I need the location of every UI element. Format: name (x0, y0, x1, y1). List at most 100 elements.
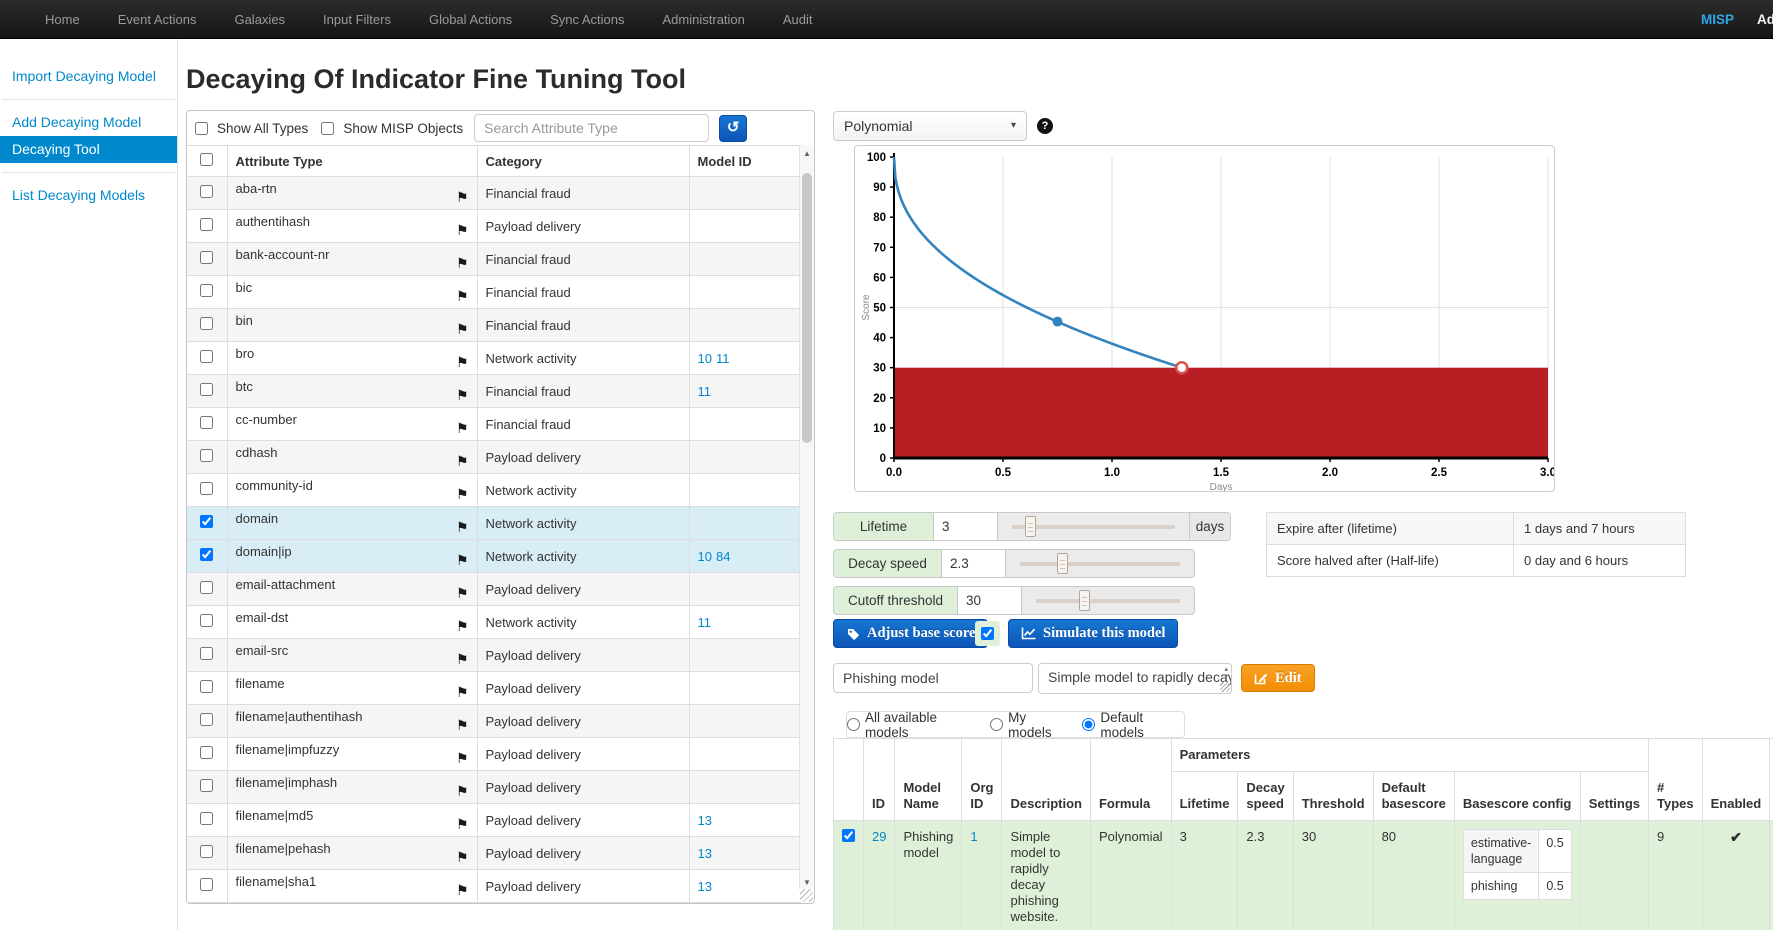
attribute-row[interactable]: cc-number⚑ Financial fraud (187, 408, 801, 441)
attribute-row-checkbox[interactable] (200, 680, 213, 693)
attribute-row[interactable]: aba-rtn⚑ Financial fraud (187, 177, 801, 210)
attribute-row-checkbox[interactable] (200, 515, 213, 528)
attribute-row[interactable]: domain⚑ Network activity (187, 507, 801, 540)
slider-handle[interactable] (1025, 516, 1036, 537)
decay-chart[interactable]: 01020304050607080901000.00.51.01.52.02.5… (855, 146, 1554, 491)
flag-icon[interactable]: ⚑ (456, 882, 469, 899)
attribute-row[interactable]: email-dst⚑ Network activity 11 (187, 606, 801, 639)
attribute-row-checkbox[interactable] (200, 383, 213, 396)
model-id-link[interactable]: 11 (698, 384, 712, 399)
flag-icon[interactable]: ⚑ (456, 783, 469, 800)
sidebar-item[interactable]: Add Decaying Model (0, 109, 177, 136)
slider-value-input[interactable] (942, 550, 1005, 577)
attribute-row-checkbox[interactable] (200, 449, 213, 462)
model-filter-radio[interactable]: Default models (1082, 710, 1184, 740)
attribute-row-checkbox[interactable] (200, 713, 213, 726)
attribute-row[interactable]: btc⚑ Financial fraud 11 (187, 375, 801, 408)
flag-icon[interactable]: ⚑ (456, 387, 469, 404)
show-all-types-checkbox[interactable] (195, 122, 208, 135)
nav-item[interactable]: Sync Actions (531, 0, 643, 39)
flag-icon[interactable]: ⚑ (456, 222, 469, 239)
adjust-base-score-button[interactable]: Adjust base score (833, 619, 988, 648)
formula-select[interactable]: Polynomial ▾ (833, 111, 1027, 141)
attribute-row[interactable]: bic⚑ Financial fraud (187, 276, 801, 309)
attribute-row[interactable]: cdhash⚑ Payload delivery (187, 441, 801, 474)
attribute-row[interactable]: bin⚑ Financial fraud (187, 309, 801, 342)
column-header-model-id[interactable]: Model ID (689, 146, 801, 177)
attribute-row-checkbox[interactable] (200, 350, 213, 363)
slider-value-input[interactable] (934, 513, 997, 540)
adjust-basescore-checkbox[interactable] (981, 627, 994, 640)
flag-icon[interactable]: ⚑ (456, 486, 469, 503)
attribute-row-checkbox[interactable] (200, 317, 213, 330)
show-misp-objects-checkbox[interactable] (321, 122, 334, 135)
model-name-input[interactable] (833, 663, 1033, 693)
nav-item[interactable]: Administration (644, 0, 764, 39)
attribute-row[interactable]: filename|imphash⚑ Payload delivery (187, 771, 801, 804)
attribute-row-checkbox[interactable] (200, 746, 213, 759)
flag-icon[interactable]: ⚑ (456, 321, 469, 338)
flag-icon[interactable]: ⚑ (456, 717, 469, 734)
simulate-model-button[interactable]: Simulate this model (1008, 619, 1178, 648)
edit-model-button[interactable]: Edit (1241, 664, 1315, 692)
nav-item[interactable]: Input Filters (304, 0, 410, 39)
flag-icon[interactable]: ⚑ (456, 519, 469, 536)
model-id-link[interactable]: 13 (698, 813, 712, 828)
flag-icon[interactable]: ⚑ (456, 552, 469, 569)
flag-icon[interactable]: ⚑ (456, 849, 469, 866)
slider-value-input[interactable] (958, 587, 1021, 614)
attribute-row[interactable]: filename|sha1⚑ Payload delivery 13 (187, 870, 801, 903)
nav-item[interactable]: Global Actions (410, 0, 531, 39)
attribute-row[interactable]: authentihash⚑ Payload delivery (187, 210, 801, 243)
attribute-row-checkbox[interactable] (200, 581, 213, 594)
model-id-link[interactable]: 29 (872, 829, 886, 844)
attribute-row[interactable]: filename|pehash⚑ Payload delivery 13 (187, 837, 801, 870)
resize-grip[interactable] (800, 889, 813, 902)
org-id-link[interactable]: 1 (970, 829, 977, 844)
sidebar-item[interactable]: Decaying Tool (0, 136, 177, 163)
model-description-textarea[interactable]: Simple model to rapidly decay (1038, 663, 1232, 694)
help-icon[interactable]: ? (1037, 118, 1053, 134)
slider-handle[interactable] (1057, 553, 1068, 574)
show-all-types-label[interactable]: Show All Types (217, 121, 308, 136)
attribute-row[interactable]: email-src⚑ Payload delivery (187, 639, 801, 672)
nav-item[interactable]: Audit (764, 0, 832, 39)
spinner-arrows-icon[interactable]: ▴▾ (1224, 666, 1228, 680)
show-misp-objects-label[interactable]: Show MISP Objects (343, 121, 463, 136)
flag-icon[interactable]: ⚑ (456, 816, 469, 833)
scrollbar-thumb[interactable] (802, 173, 812, 443)
attribute-row[interactable]: email-attachment⚑ Payload delivery (187, 573, 801, 606)
model-row-checkbox[interactable] (842, 829, 855, 842)
slider-track[interactable] (1020, 562, 1180, 566)
attribute-row-checkbox[interactable] (200, 812, 213, 825)
attribute-row-checkbox[interactable] (200, 548, 213, 561)
attribute-row-checkbox[interactable] (200, 614, 213, 627)
attribute-row[interactable]: domain|ip⚑ Network activity 1084 (187, 540, 801, 573)
attribute-row-checkbox[interactable] (200, 284, 213, 297)
attribute-row[interactable]: community-id⚑ Network activity (187, 474, 801, 507)
attribute-row[interactable]: filename|authentihash⚑ Payload delivery (187, 705, 801, 738)
select-all-checkbox[interactable] (200, 153, 213, 166)
flag-icon[interactable]: ⚑ (456, 684, 469, 701)
attribute-row-checkbox[interactable] (200, 779, 213, 792)
attribute-row-checkbox[interactable] (200, 218, 213, 231)
attribute-row-checkbox[interactable] (200, 647, 213, 660)
flag-icon[interactable]: ⚑ (456, 420, 469, 437)
sidebar-item[interactable]: Import Decaying Model (0, 63, 177, 90)
attribute-row-checkbox[interactable] (200, 185, 213, 198)
attribute-row[interactable]: bro⚑ Network activity 1011 (187, 342, 801, 375)
model-id-link[interactable]: 10 (698, 351, 712, 366)
model-row[interactable]: 29 Phishing model 1 Simple model to rapi… (834, 821, 1773, 930)
attribute-row-checkbox[interactable] (200, 251, 213, 264)
scroll-down-icon[interactable]: ▼ (800, 878, 814, 887)
refresh-button[interactable]: ↺ (719, 115, 747, 142)
model-filter-radio[interactable]: All available models (847, 710, 976, 740)
flag-icon[interactable]: ⚑ (456, 651, 469, 668)
flag-icon[interactable]: ⚑ (456, 255, 469, 272)
flag-icon[interactable]: ⚑ (456, 618, 469, 635)
search-attribute-input[interactable] (474, 114, 709, 142)
slider-track[interactable] (1036, 599, 1180, 603)
nav-item[interactable]: Event Actions (99, 0, 216, 39)
model-filter-radio[interactable]: My models (990, 710, 1068, 740)
flag-icon[interactable]: ⚑ (456, 288, 469, 305)
